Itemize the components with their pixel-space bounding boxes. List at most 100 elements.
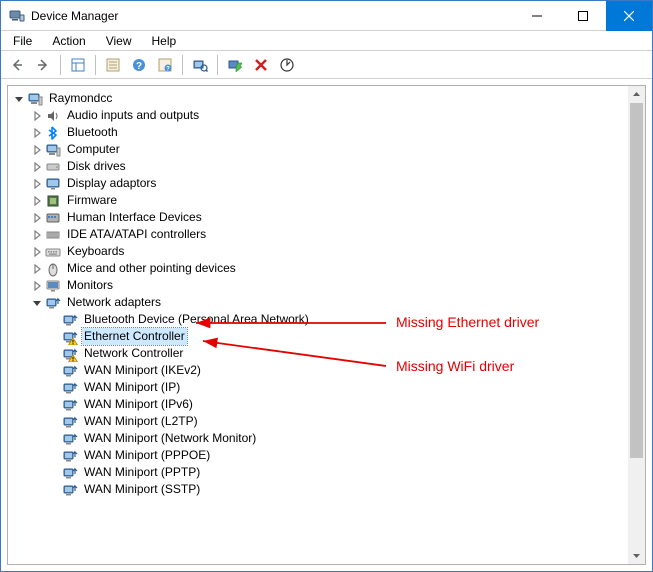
network-icon	[62, 397, 78, 413]
network-icon	[62, 312, 78, 328]
collapse-icon[interactable]	[30, 296, 44, 310]
tree-device-label: WAN Miniport (IPv6)	[82, 396, 195, 413]
expand-icon[interactable]	[30, 109, 44, 123]
toolbar-separator	[60, 55, 61, 75]
tree-device[interactable]: WAN Miniport (IPv6)	[12, 396, 628, 413]
svg-text:?: ?	[166, 66, 170, 72]
network-icon	[62, 380, 78, 396]
tree-device-label: Ethernet Controller	[82, 328, 187, 345]
expand-icon[interactable]	[30, 160, 44, 174]
tree-device[interactable]: WAN Miniport (PPPOE)	[12, 447, 628, 464]
tree-device[interactable]: WAN Miniport (L2TP)	[12, 413, 628, 430]
device-tree[interactable]: RaymondccAudio inputs and outputsBluetoo…	[8, 86, 628, 564]
forward-button[interactable]	[31, 53, 55, 77]
tree-device-label: WAN Miniport (IP)	[82, 379, 182, 396]
tree-category[interactable]: Display adaptors	[12, 175, 628, 192]
expand-icon[interactable]	[30, 211, 44, 225]
tree-device[interactable]: Ethernet Controller	[12, 328, 628, 345]
network-icon	[62, 448, 78, 464]
tree-category-label: Mice and other pointing devices	[65, 260, 238, 277]
scroll-track[interactable]	[628, 103, 645, 547]
enable-device-button[interactable]	[223, 53, 247, 77]
tree-category[interactable]: Firmware	[12, 192, 628, 209]
tree-category-label: Network adapters	[65, 294, 163, 311]
tree-device-label: WAN Miniport (PPTP)	[82, 464, 202, 481]
tree-category[interactable]: Human Interface Devices	[12, 209, 628, 226]
tree-category-label: Audio inputs and outputs	[65, 107, 201, 124]
expand-icon[interactable]	[30, 262, 44, 276]
expand-icon[interactable]	[30, 279, 44, 293]
tree-root-label: Raymondcc	[47, 90, 114, 107]
tree-category[interactable]: IDE ATA/ATAPI controllers	[12, 226, 628, 243]
tree-category[interactable]: Disk drives	[12, 158, 628, 175]
network-icon	[62, 363, 78, 379]
tree-category[interactable]: Keyboards	[12, 243, 628, 260]
network-icon	[62, 329, 78, 345]
tree-device-label: WAN Miniport (PPPOE)	[82, 447, 212, 464]
menubar: File Action View Help	[1, 31, 652, 51]
computer-icon	[45, 142, 61, 158]
collapse-icon[interactable]	[12, 92, 26, 106]
scroll-up-button[interactable]	[628, 86, 645, 103]
expand-icon[interactable]	[30, 194, 44, 208]
tree-device[interactable]: WAN Miniport (PPTP)	[12, 464, 628, 481]
network-icon	[62, 346, 78, 362]
tree-device[interactable]: WAN Miniport (IKEv2)	[12, 362, 628, 379]
expand-icon[interactable]	[30, 143, 44, 157]
menu-help[interactable]: Help	[144, 32, 185, 50]
network-icon	[62, 465, 78, 481]
tree-root[interactable]: Raymondcc	[12, 90, 628, 107]
minimize-button[interactable]	[514, 1, 560, 31]
menu-file[interactable]: File	[5, 32, 40, 50]
monitor-icon	[45, 278, 61, 294]
scan-hardware-button[interactable]	[188, 53, 212, 77]
network-icon	[62, 482, 78, 498]
tree-category-label: Display adaptors	[65, 175, 158, 192]
expand-icon[interactable]	[30, 126, 44, 140]
tree-device-label: WAN Miniport (L2TP)	[82, 413, 200, 430]
tree-category[interactable]: Bluetooth	[12, 124, 628, 141]
network-icon	[45, 295, 61, 311]
update-driver-button[interactable]: ?	[153, 53, 177, 77]
tree-category[interactable]: Computer	[12, 141, 628, 158]
tree-category[interactable]: Monitors	[12, 277, 628, 294]
help-button[interactable]: ?	[127, 53, 151, 77]
menu-action[interactable]: Action	[44, 32, 93, 50]
tree-category-label: Human Interface Devices	[65, 209, 204, 226]
tree-category-label: Computer	[65, 141, 122, 158]
properties-button[interactable]	[101, 53, 125, 77]
scroll-down-button[interactable]	[628, 547, 645, 564]
display-icon	[45, 176, 61, 192]
tree-device[interactable]: Network Controller	[12, 345, 628, 362]
tree-device-label: WAN Miniport (SSTP)	[82, 481, 202, 498]
tree-category-label: Bluetooth	[65, 124, 120, 141]
computer-icon	[27, 91, 43, 107]
expand-icon[interactable]	[30, 228, 44, 242]
tree-device[interactable]: WAN Miniport (SSTP)	[12, 481, 628, 498]
toolbar-separator	[182, 55, 183, 75]
tree-category[interactable]: Mice and other pointing devices	[12, 260, 628, 277]
show-hidden-button[interactable]	[66, 53, 90, 77]
back-button[interactable]	[5, 53, 29, 77]
tree-device-label: WAN Miniport (Network Monitor)	[82, 430, 258, 447]
tree-category-label: Firmware	[65, 192, 119, 209]
uninstall-device-button[interactable]	[249, 53, 273, 77]
tree-device[interactable]: WAN Miniport (IP)	[12, 379, 628, 396]
vertical-scrollbar[interactable]	[628, 86, 645, 564]
tree-device[interactable]: Bluetooth Device (Personal Area Network)	[12, 311, 628, 328]
keyboard-icon	[45, 244, 61, 260]
maximize-button[interactable]	[560, 1, 606, 31]
tree-category-label: IDE ATA/ATAPI controllers	[65, 226, 208, 243]
add-legacy-hardware-button[interactable]	[275, 53, 299, 77]
scroll-thumb[interactable]	[630, 103, 643, 458]
tree-category[interactable]: Audio inputs and outputs	[12, 107, 628, 124]
menu-view[interactable]: View	[98, 32, 140, 50]
expand-icon[interactable]	[30, 245, 44, 259]
bluetooth-icon	[45, 125, 61, 141]
tree-device[interactable]: WAN Miniport (Network Monitor)	[12, 430, 628, 447]
close-button[interactable]	[606, 1, 652, 31]
expand-icon[interactable]	[30, 177, 44, 191]
tree-category[interactable]: Network adapters	[12, 294, 628, 311]
network-icon	[62, 414, 78, 430]
tree-device-label: WAN Miniport (IKEv2)	[82, 362, 203, 379]
